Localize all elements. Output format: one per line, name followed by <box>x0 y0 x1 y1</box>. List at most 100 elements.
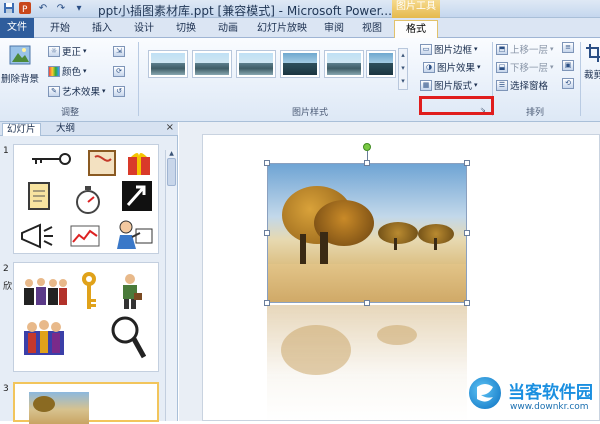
bring-forward-button[interactable]: ⬒ 上移一层▾ <box>496 42 554 56</box>
tab-format[interactable]: 格式 <box>394 20 438 38</box>
slide-thumbnail-2[interactable] <box>13 262 159 372</box>
group-divider <box>580 42 581 116</box>
scroll-thumb[interactable] <box>167 158 176 186</box>
picture-layout-button[interactable]: ▦ 图片版式▾ <box>420 78 478 92</box>
slide-note-mark: 欣 <box>3 279 12 292</box>
resize-handle[interactable] <box>264 230 270 236</box>
resize-handle[interactable] <box>464 160 470 166</box>
scroll-clipart-icon <box>87 149 117 177</box>
key-gold-clipart-icon <box>80 271 98 311</box>
style-thumbnail-6[interactable] <box>366 50 396 78</box>
slide-thumbnail-3[interactable] <box>13 382 159 422</box>
svg-text:P: P <box>22 5 28 14</box>
tab-outline[interactable]: 大纲 <box>52 123 79 136</box>
redo-icon[interactable]: ↷ <box>54 2 68 16</box>
compress-pictures-icon[interactable]: ⇲ <box>113 46 125 57</box>
gallery-scroll[interactable]: ▴▾▾ <box>398 48 408 90</box>
megaphone-clipart-icon <box>20 223 54 249</box>
close-icon[interactable]: × <box>166 122 174 133</box>
panel-tabs: 幻灯片 大纲 × <box>0 122 178 136</box>
ribbon-tabs: 文件 开始 插入 设计 切换 动画 幻灯片放映 审阅 视图 格式 <box>0 18 600 38</box>
site-url: www.downkr.com <box>510 402 589 412</box>
tab-slideshow[interactable]: 幻灯片放映 <box>250 20 314 38</box>
ribbon: 删除背景 ☼ 更正▾ 颜色▾ ✎ 艺术效果▾ ⇲ ⟳ ↺ 调整 ▴▾▾ ▭ 图片… <box>0 38 600 122</box>
picture-effects-button[interactable]: ◑ 图片效果▾ <box>423 60 481 74</box>
undo-icon[interactable]: ↶ <box>36 2 50 16</box>
picture-layout-icon: ▦ <box>420 80 432 91</box>
remove-background-label: 删除背景 <box>1 71 39 85</box>
style-thumbnail-5[interactable] <box>324 50 364 78</box>
tab-home[interactable]: 开始 <box>40 20 80 38</box>
site-name: 当客软件园 <box>508 378 593 403</box>
crop-label: 裁剪 <box>584 67 600 81</box>
group-objects-icon[interactable]: ▣ <box>562 60 574 71</box>
artistic-effects-label: 艺术效果 <box>62 84 100 98</box>
photo-reflection <box>267 305 467 422</box>
picture-border-button[interactable]: ▭ 图片边框▾ <box>420 42 478 56</box>
color-button[interactable]: 颜色▾ <box>48 64 87 78</box>
tab-view[interactable]: 视图 <box>354 20 390 38</box>
tab-design[interactable]: 设计 <box>124 20 164 38</box>
send-backward-label: 下移一层 <box>510 60 548 74</box>
slide-number: 1 <box>3 146 9 156</box>
desert-tree-photo[interactable] <box>267 163 467 303</box>
presenter-clipart-icon <box>114 219 154 251</box>
align-icon[interactable]: ≡ <box>562 42 574 53</box>
resize-handle[interactable] <box>364 300 370 306</box>
crop-icon <box>586 44 600 65</box>
picture-border-label: 图片边框 <box>434 42 472 56</box>
color-label: 颜色 <box>62 64 81 78</box>
reset-picture-icon[interactable]: ↺ <box>113 86 125 97</box>
site-logo-icon <box>466 374 504 412</box>
tab-insert[interactable]: 插入 <box>82 20 122 38</box>
selection-pane-button[interactable]: ☰ 选择窗格 <box>496 78 548 92</box>
vertical-scrollbar[interactable]: ▲ <box>165 150 177 421</box>
style-thumbnail-2[interactable] <box>192 50 232 78</box>
send-backward-icon: ⬓ <box>496 62 508 73</box>
style-thumbnail-4[interactable] <box>280 50 320 78</box>
customize-icon[interactable]: ▾ <box>72 2 86 16</box>
style-thumbnail-3[interactable] <box>236 50 276 78</box>
send-backward-button[interactable]: ⬓ 下移一层▾ <box>496 60 554 74</box>
change-picture-icon[interactable]: ⟳ <box>113 66 125 77</box>
slide-number: 3 <box>3 384 9 394</box>
rotate-icon[interactable]: ⟲ <box>562 78 574 89</box>
scroll-up-icon[interactable]: ▲ <box>166 150 177 157</box>
tab-file[interactable]: 文件 <box>0 18 34 38</box>
highlight-box <box>419 96 494 115</box>
arrange-group-label: 排列 <box>510 105 560 118</box>
picture-styles-group-label: 图片样式 <box>260 105 360 118</box>
resize-handle[interactable] <box>264 300 270 306</box>
crop-button[interactable]: 裁剪 <box>584 44 600 81</box>
picture-effects-label: 图片效果 <box>437 60 475 74</box>
color-icon <box>48 66 60 77</box>
save-icon[interactable] <box>2 2 16 16</box>
slide-thumbnail-1[interactable] <box>13 144 159 254</box>
tab-animations[interactable]: 动画 <box>208 20 248 38</box>
rotate-handle[interactable] <box>363 143 371 151</box>
tab-review[interactable]: 审阅 <box>316 20 352 38</box>
resize-handle[interactable] <box>464 300 470 306</box>
window-title: ppt小插图素材库.ppt [兼容模式] - Microsoft Power..… <box>98 2 392 19</box>
artistic-effects-button[interactable]: ✎ 艺术效果▾ <box>48 84 106 98</box>
corrections-button[interactable]: ☼ 更正▾ <box>48 44 87 58</box>
magnifier-clipart-icon <box>110 315 146 359</box>
resize-handle[interactable] <box>264 160 270 166</box>
business-people-clipart-icon <box>22 277 68 305</box>
group-divider <box>138 42 139 116</box>
picture-border-icon: ▭ <box>420 44 432 55</box>
corrections-label: 更正 <box>62 44 81 58</box>
bring-forward-label: 上移一层 <box>510 42 548 56</box>
resize-handle[interactable] <box>464 230 470 236</box>
tab-slides[interactable]: 幻灯片 <box>2 123 41 136</box>
watermark: 当客软件园 www.downkr.com <box>466 372 598 418</box>
picture-effects-icon: ◑ <box>423 62 435 73</box>
bring-forward-icon: ⬒ <box>496 44 508 55</box>
tab-transitions[interactable]: 切换 <box>166 20 206 38</box>
corrections-icon: ☼ <box>48 46 60 57</box>
gift-clipart-icon <box>126 149 152 177</box>
remove-background-button[interactable]: 删除背景 <box>0 44 40 85</box>
selection-pane-label: 选择窗格 <box>510 78 548 92</box>
stopwatch-clipart-icon <box>74 185 102 215</box>
style-thumbnail-1[interactable] <box>148 50 188 78</box>
